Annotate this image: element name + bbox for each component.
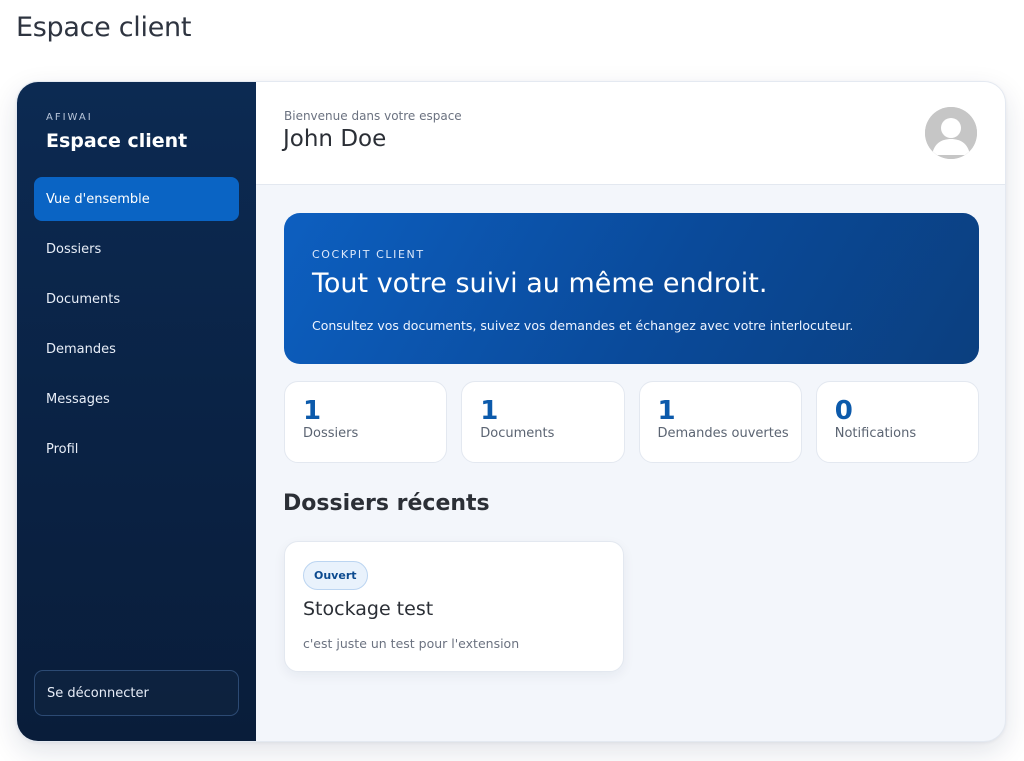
user-name: John Doe	[283, 126, 387, 152]
recent-dossiers-title: Dossiers récents	[283, 491, 490, 516]
sidebar-item-dossiers[interactable]: Dossiers	[34, 227, 239, 271]
topbar: Bienvenue dans votre espace John Doe	[256, 82, 1005, 185]
stat-card-documents: 1 Documents	[461, 381, 625, 463]
stat-value: 1	[480, 396, 499, 426]
user-avatar-icon[interactable]	[925, 107, 977, 159]
sidebar-item-label: Messages	[46, 391, 110, 407]
brand-title: Espace client	[46, 130, 188, 152]
sidebar-item-messages[interactable]: Messages	[34, 377, 239, 421]
logout-label: Se déconnecter	[47, 685, 149, 701]
dossier-card[interactable]: Ouvert Stockage test c'est juste un test…	[284, 541, 624, 672]
sidebar-item-documents[interactable]: Documents	[34, 277, 239, 321]
stat-label: Demandes ouvertes	[657, 426, 789, 441]
sidebar-nav: Vue d'ensemble Dossiers Documents Demand…	[34, 177, 239, 477]
dossier-title: Stockage test	[303, 598, 434, 620]
stat-value: 0	[834, 396, 853, 426]
stat-value: 1	[303, 396, 322, 426]
sidebar-item-label: Demandes	[46, 341, 116, 357]
stat-label: Documents	[480, 426, 555, 441]
hero-title: Tout votre suivi au même endroit.	[312, 268, 768, 299]
status-badge: Ouvert	[303, 561, 368, 590]
sidebar-item-label: Vue d'ensemble	[46, 191, 150, 207]
stat-card-dossiers: 1 Dossiers	[284, 381, 448, 463]
stat-card-demandes: 1 Demandes ouvertes	[638, 381, 802, 463]
stat-value: 1	[657, 396, 676, 426]
sidebar-item-overview[interactable]: Vue d'ensemble	[34, 177, 239, 221]
dossier-description: c'est juste un test pour l'extension	[303, 636, 520, 651]
sidebar-item-label: Profil	[46, 441, 79, 457]
welcome-text: Bienvenue dans votre espace	[284, 109, 462, 123]
stats-row: 1 Dossiers 1 Documents 1 Demandes ouvert…	[284, 381, 979, 463]
hero-text: Consultez vos documents, suivez vos dema…	[312, 318, 854, 333]
brand-kicker: AFIWAI	[46, 112, 93, 123]
sidebar-item-demandes[interactable]: Demandes	[34, 327, 239, 371]
stat-label: Notifications	[834, 426, 917, 441]
hero-kicker: COCKPIT CLIENT	[312, 248, 425, 261]
stat-label: Dossiers	[303, 426, 359, 441]
page-heading: Espace client	[16, 12, 192, 43]
sidebar-item-label: Documents	[46, 291, 121, 307]
sidebar-item-profil[interactable]: Profil	[34, 427, 239, 471]
sidebar-item-label: Dossiers	[46, 241, 102, 257]
logout-button[interactable]: Se déconnecter	[34, 670, 239, 716]
sidebar: AFIWAI Espace client Vue d'ensemble Doss…	[17, 82, 256, 741]
stat-card-notifications: 0 Notifications	[815, 381, 979, 463]
client-portal: AFIWAI Espace client Vue d'ensemble Doss…	[16, 81, 1006, 742]
main-content: Bienvenue dans votre espace John Doe COC…	[256, 82, 1005, 741]
avatar-silhouette-icon	[925, 107, 977, 159]
hero-banner: COCKPIT CLIENT Tout votre suivi au même …	[284, 213, 979, 364]
